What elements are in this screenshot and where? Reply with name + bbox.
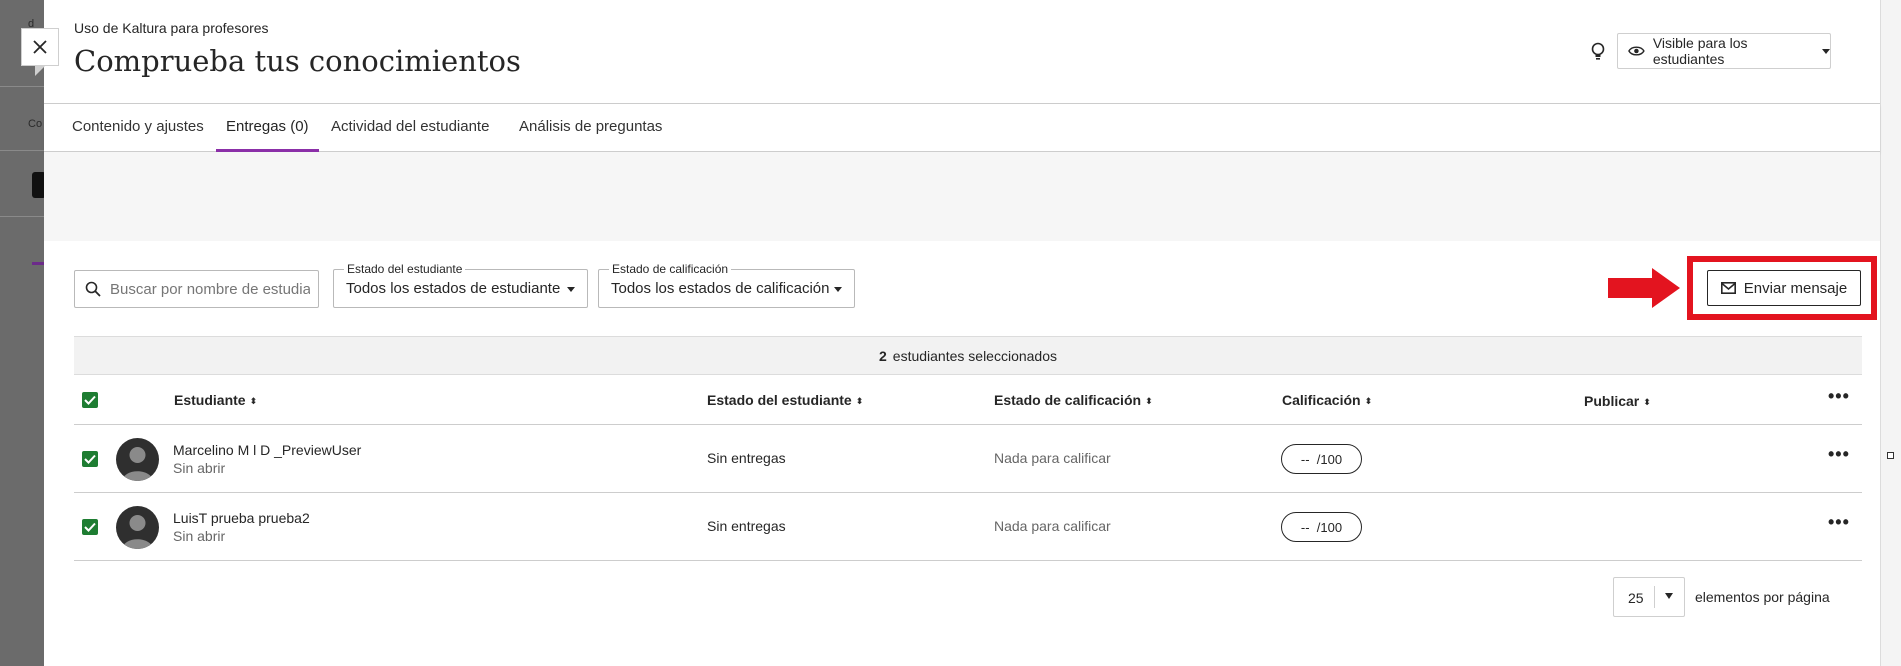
selection-count: 2 <box>878 347 887 364</box>
student-status-legend: Estado del estudiante <box>344 262 466 276</box>
student-status-value: Todos los estados de estudiante <box>346 280 561 297</box>
page-size-label: elementos por página <box>1695 589 1830 605</box>
page-size-select[interactable]: 25 <box>1613 577 1685 617</box>
background-strip: d Co <box>0 0 46 666</box>
column-grade[interactable]: Calificación ⬍ <box>1282 392 1372 408</box>
page-size-value: 25 <box>1628 590 1644 606</box>
student-status-cell: Sin entregas <box>707 518 786 534</box>
student-status-select[interactable]: Estado del estudiante Todos los estados … <box>333 262 588 308</box>
student-open-status: Sin abrir <box>173 528 226 544</box>
chevron-down-icon <box>1822 48 1830 54</box>
tab-content-settings[interactable]: Contenido y ajustes <box>72 104 204 152</box>
column-student[interactable]: Estudiante ⬍ <box>174 392 257 408</box>
grade-status-cell: Nada para calificar <box>994 518 1111 534</box>
column-publish[interactable]: Publicar ⬍ <box>1584 393 1651 409</box>
chevron-down-icon <box>834 287 842 292</box>
grade-status-value: Todos los estados de calificación <box>611 280 830 297</box>
checkmark-icon <box>84 395 96 405</box>
grade-status-legend: Estado de calificación <box>609 262 732 276</box>
table-header: Estudiante ⬍ Estado del estudiante ⬍ Estad… <box>74 376 1862 425</box>
selection-summary: 2 estudiantes seleccionados <box>74 336 1862 375</box>
select-all-checkbox[interactable] <box>82 392 98 408</box>
resize-handle[interactable] <box>1887 452 1894 459</box>
checkmark-icon <box>84 454 96 464</box>
red-arrow-annotation <box>1608 268 1680 308</box>
student-open-status: Sin abrir <box>173 460 226 476</box>
user-icon <box>122 447 153 481</box>
page-title: Comprueba tus conocimientos <box>74 44 521 78</box>
close-icon <box>33 40 47 54</box>
more-options-icon[interactable]: ••• <box>1828 386 1850 407</box>
student-name[interactable]: Marcelino M l D _PreviewUser <box>173 442 361 458</box>
visibility-label: Visible para los estudiantes <box>1652 35 1748 67</box>
row-checkbox[interactable] <box>82 519 98 535</box>
user-icon <box>122 515 153 549</box>
send-message-button[interactable]: Enviar mensaje <box>1707 270 1861 306</box>
send-message-label: Enviar mensaje <box>1743 279 1848 297</box>
lightbulb-icon[interactable] <box>1589 42 1607 62</box>
grade-pill[interactable]: -- /100 <box>1281 444 1362 474</box>
tab-student-activity[interactable]: Actividad del estudiante <box>331 104 489 152</box>
selection-label: estudiantes seleccionados <box>892 347 1058 364</box>
tab-question-analysis[interactable]: Análisis de preguntas <box>519 104 662 152</box>
breadcrumb[interactable]: Uso de Kaltura para profesores <box>74 20 269 36</box>
table-row: LuisT prueba prueba2 Sin abrir Sin entre… <box>74 493 1862 561</box>
envelope-icon <box>1720 282 1736 294</box>
sort-icon: ⬍ <box>1364 396 1373 406</box>
sort-icon: ⬍ <box>1145 396 1153 406</box>
visibility-dropdown[interactable]: Visible para los estudiantes <box>1617 33 1831 69</box>
sort-icon: ⬍ <box>855 396 864 406</box>
background-tab-fragment: Co <box>28 118 43 130</box>
scrollbar-area <box>1880 0 1901 666</box>
row-checkbox[interactable] <box>82 451 98 467</box>
grade-pill[interactable]: -- /100 <box>1281 512 1362 542</box>
search-icon <box>85 281 101 297</box>
chevron-down-icon <box>1665 593 1673 599</box>
table-row: Marcelino M l D _PreviewUser Sin abrir S… <box>74 425 1862 493</box>
column-grade-status[interactable]: Estado de calificación ⬍ <box>994 392 1153 408</box>
info-band <box>44 152 1880 241</box>
sort-icon: ⬍ <box>249 396 258 406</box>
close-button[interactable] <box>21 28 59 66</box>
background-accent <box>32 262 44 265</box>
sort-icon: ⬍ <box>1643 397 1651 407</box>
tab-bar: Contenido y ajustes Entregas (0) Activid… <box>44 104 1880 152</box>
row-options-icon[interactable]: ••• <box>1828 512 1850 533</box>
avatar <box>116 438 159 481</box>
chevron-down-icon <box>567 287 575 292</box>
column-student-status[interactable]: Estado del estudiante ⬍ <box>707 392 863 408</box>
student-status-cell: Sin entregas <box>707 450 786 466</box>
panel-header: Uso de Kaltura para profesores Comprueba… <box>44 0 1880 104</box>
search-input[interactable] <box>110 280 310 298</box>
tab-submissions[interactable]: Entregas (0) <box>216 104 319 152</box>
checkmark-icon <box>84 522 96 532</box>
eye-icon <box>1628 46 1645 56</box>
grade-status-cell: Nada para calificar <box>994 450 1111 466</box>
avatar <box>116 506 159 549</box>
search-field[interactable] <box>74 270 319 308</box>
student-name[interactable]: LuisT prueba prueba2 <box>173 510 310 526</box>
grade-status-select[interactable]: Estado de calificación Todos los estados… <box>598 262 855 308</box>
close-button-tail <box>35 66 45 76</box>
row-options-icon[interactable]: ••• <box>1828 444 1850 465</box>
